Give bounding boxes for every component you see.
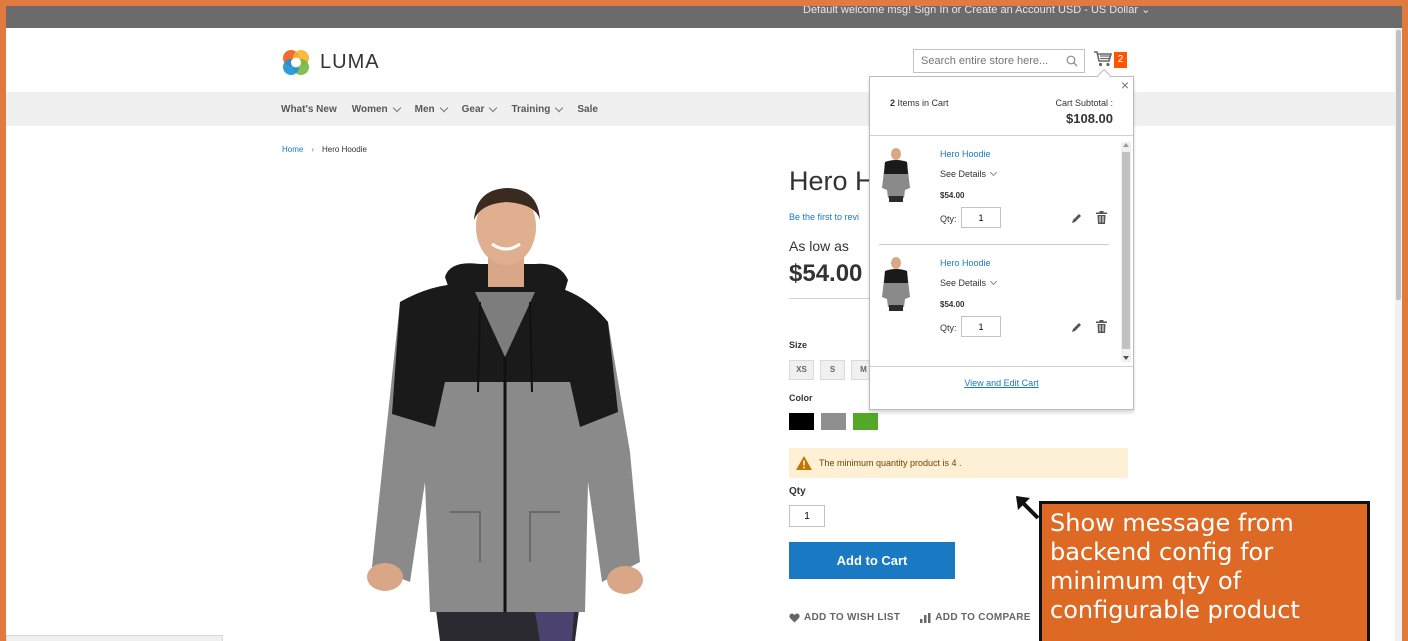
scroll-down-icon[interactable] [1123,356,1129,360]
pencil-icon[interactable] [1071,322,1082,333]
breadcrumb-current: Hero Hoodie [322,145,367,154]
pencil-icon[interactable] [1071,213,1082,224]
minicart-dropdown: × 2 Items in Cart Cart Subtotal : $108.0… [869,76,1134,410]
cart-item-price: $54.00 [940,300,965,309]
nav-item-label: Men [414,103,435,115]
chevron-down-icon [439,103,448,112]
add-to-cart-button[interactable]: Add to Cart [789,542,955,579]
logo[interactable]: LUMA [281,47,380,77]
nav-item-women[interactable]: Women [351,103,401,115]
logo-text: LUMA [320,50,380,73]
qty-input[interactable] [789,505,825,527]
product-thumbnail[interactable] [879,146,913,202]
notice-text: The minimum quantity product is 4 . [819,458,962,468]
color-swatch-green[interactable] [853,413,878,430]
chevron-down-icon [989,277,998,286]
cart-item-name[interactable]: Hero Hoodie [940,258,991,268]
search-box[interactable] [913,49,1085,73]
see-details-label: See Details [940,278,987,288]
nav-bar [6,92,1395,126]
product-actions: ADD TO WISH LIST ADD TO COMPARE [789,612,1051,623]
cart-item-qty-input[interactable] [961,207,1001,228]
nav-item-training[interactable]: Training [511,103,564,115]
product-thumbnail[interactable] [879,255,913,311]
product-image[interactable] [340,182,670,641]
minicart-items-count: 2 Items in Cart [890,98,949,108]
product-title: Hero H [789,166,875,196]
review-link[interactable]: Be the first to revi [789,212,859,222]
cart-item-price: $54.00 [940,191,965,200]
compare-label: ADD TO COMPARE [935,612,1031,623]
chevron-down-icon [989,168,998,177]
search-input[interactable] [914,50,1054,72]
cart-count-badge[interactable]: 2 [1114,52,1127,68]
cart-item-name[interactable]: Hero Hoodie [940,149,991,159]
add-to-compare-link[interactable]: ADD TO COMPARE [920,612,1031,623]
size-option-xs[interactable]: XS [789,360,814,380]
cart-item-qty-label: Qty: [940,323,957,333]
cart-item-qty-input[interactable] [961,316,1001,337]
nav-item-gear[interactable]: Gear [461,103,498,115]
qty-label: Qty [789,486,806,497]
page-scrollbar-thumb[interactable] [1396,30,1401,300]
trash-icon[interactable] [1096,211,1107,224]
heart-icon [789,613,800,622]
nav-item-label: What's New [281,103,337,115]
color-options [789,413,885,430]
nav-item-men[interactable]: Men [414,103,448,115]
bottom-panel-tab [6,635,223,641]
minicart-item-list: Hero Hoodie See Details $54.00 Qty: Hero… [870,135,1133,367]
breadcrumb-separator-icon: › [311,145,315,154]
list-item: Hero Hoodie See Details $54.00 Qty: [879,136,1109,244]
nav-item-whats-new[interactable]: What's New [281,104,337,115]
see-details-toggle[interactable]: See Details [940,168,998,179]
nav-item-label: Women [351,103,388,115]
warning-icon [796,456,812,470]
nav-item-label: Gear [461,103,485,115]
items-count-text: Items in Cart [895,98,949,108]
top-panel: Default welcome msg! Sign In or Create a… [6,6,1402,28]
see-details-label: See Details [940,169,987,179]
compare-bars-icon [920,612,931,623]
breadcrumb: Home › Hero Hoodie [282,145,367,154]
subtotal-value: $108.00 [1066,111,1113,126]
cart-icon[interactable] [1093,50,1113,68]
breadcrumb-home-link[interactable]: Home [282,145,303,154]
cart-item-qty-label: Qty: [940,214,957,224]
as-low-as-label: As low as [789,238,849,254]
product-price: $54.00 [789,260,863,287]
list-item: Hero Hoodie See Details $54.00 Qty: [879,244,1109,352]
annotation-callout: Show message from backend config for min… [1039,501,1370,641]
color-swatch-black[interactable] [789,413,814,430]
close-icon[interactable]: × [1121,77,1129,93]
size-label: Size [789,340,808,350]
see-details-toggle[interactable]: See Details [940,277,998,288]
trash-icon[interactable] [1096,320,1107,333]
min-qty-notice: The minimum quantity product is 4 . [789,448,1128,478]
luma-logo-icon [281,47,311,77]
scroll-up-icon[interactable] [1123,143,1129,147]
subtotal-label: Cart Subtotal : [1055,98,1113,108]
color-swatch-gray[interactable] [821,413,846,430]
view-edit-cart-link[interactable]: View and Edit Cart [870,378,1133,388]
wishlist-label: ADD TO WISH LIST [804,612,901,623]
nav-item-sale[interactable]: Sale [577,104,598,115]
chevron-down-icon [392,103,401,112]
nav-item-label: Training [511,103,551,115]
main-nav: What's New Women Men Gear Training Sale [281,92,613,126]
size-option-s[interactable]: S [820,360,845,380]
chevron-down-icon [489,103,498,112]
chevron-down-icon [555,103,564,112]
nav-item-label: Sale [577,103,598,115]
color-label: Color [789,393,813,403]
search-icon[interactable] [1066,55,1078,67]
add-to-wishlist-link[interactable]: ADD TO WISH LIST [789,612,900,623]
minicart-scrollbar[interactable] [1121,142,1131,362]
minicart-scrollbar-thumb[interactable] [1122,152,1130,349]
welcome-bar-text: Default welcome msg! Sign In or Create a… [803,6,1151,16]
